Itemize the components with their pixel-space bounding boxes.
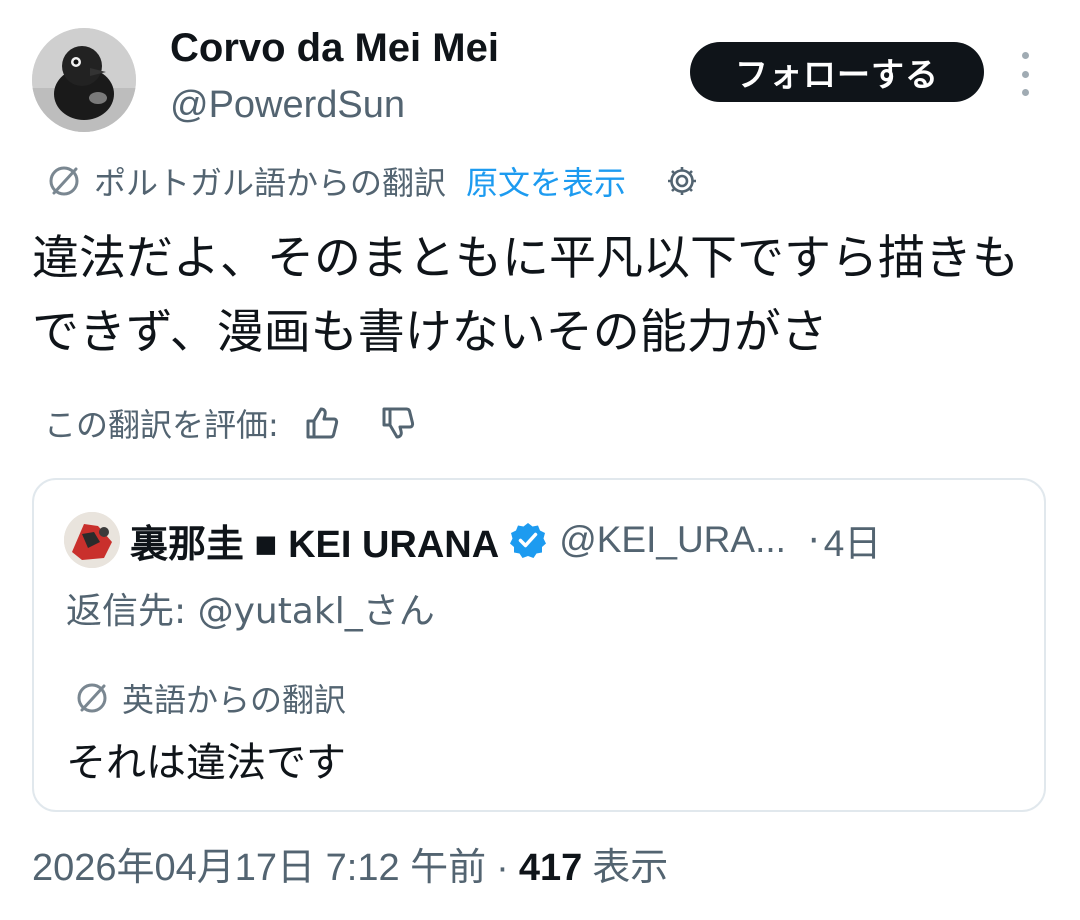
more-dot [1021, 52, 1029, 59]
rate-translation: この翻訳を評価: [44, 394, 419, 452]
quoted-translation-label: 英語からの翻訳 [122, 681, 347, 719]
thumbs-up-icon[interactable] [301, 402, 343, 444]
quoted-tweet-text: それは違法です [66, 740, 346, 786]
views-count[interactable]: 417 [519, 847, 582, 890]
author-handle[interactable]: @PowerdSun [170, 84, 405, 127]
rate-translation-label: この翻訳を評価: [44, 406, 279, 444]
tweet-text: 違法だよ、そのまともに平凡以下ですら描きもできず、漫画も書けないその能力がさ [32, 231, 1019, 360]
quoted-separator: · [807, 518, 820, 562]
quoted-tweet-header: 裏那圭 ■ KEI URANA @KEI_URA... · 4日 [130, 512, 881, 568]
more-dot [1021, 70, 1029, 78]
thumbs-down-icon[interactable] [377, 402, 419, 444]
quoted-author-handle[interactable]: @KEI_URA... [559, 519, 786, 561]
tweet-meta: 2026年04月17日 7:12 午前 · 417 表示 [32, 836, 668, 892]
author-display-name[interactable]: Corvo da Mei Mei [170, 26, 499, 71]
author-avatar[interactable] [32, 28, 136, 132]
gear-icon[interactable] [664, 163, 700, 199]
more-dot [1021, 89, 1029, 96]
quoted-timestamp[interactable]: 4日 [824, 513, 882, 567]
show-original-link[interactable]: 原文を表示 [466, 158, 626, 204]
quoted-reply-to: 返信先: @yutakl_さん [66, 591, 435, 632]
translation-notice: ポルトガル語からの翻訳 原文を表示 [44, 155, 700, 207]
quoted-translation-notice: 英語からの翻訳 [72, 672, 346, 724]
translate-icon [77, 683, 107, 713]
meta-separator: · [496, 847, 509, 889]
more-icon[interactable] [1010, 52, 1040, 96]
views-label: 表示 [592, 847, 669, 889]
translate-icon [49, 166, 79, 196]
follow-button[interactable]: フォローする [690, 42, 984, 102]
verified-badge-icon [510, 523, 547, 558]
quoted-author-name[interactable]: 裏那圭 ■ KEI URANA [130, 513, 499, 568]
quoted-author-avatar[interactable] [64, 512, 120, 568]
tweet-timestamp[interactable]: 2026年04月17日 7:12 午前 [32, 836, 486, 891]
translation-source-label: ポルトガル語からの翻訳 [94, 164, 447, 202]
